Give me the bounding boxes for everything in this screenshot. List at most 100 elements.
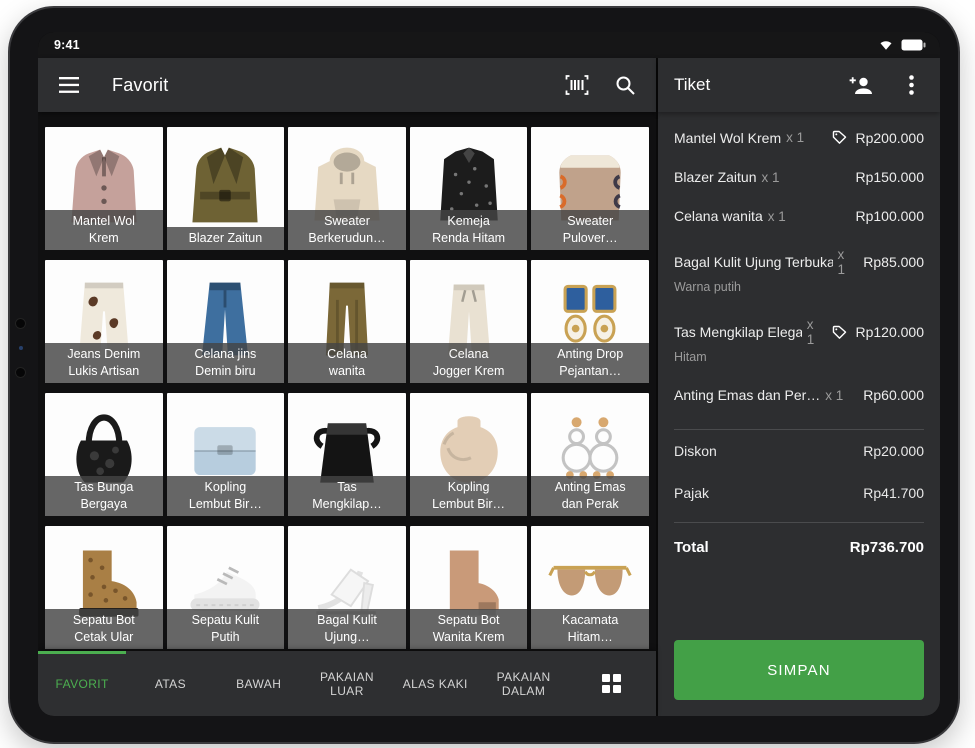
product-tile-label: Tas Bunga Bergaya	[45, 476, 163, 516]
blazer-product-image	[179, 130, 271, 242]
category-tab-bar: FAVORITATASBAWAHPAKAIAN LUARALAS KAKIPAK…	[38, 651, 656, 716]
product-tile-label: Celana Jogger Krem	[410, 343, 528, 383]
ticket-item[interactable]: Bagal Kulit Ujung Terbuka x 1 Rp85.000 W…	[674, 236, 924, 306]
ticket-item-price: Rp200.000	[855, 130, 924, 146]
product-tile-label: Kemeja Renda Hitam	[410, 210, 528, 250]
category-tab-bawah[interactable]: BAWAH	[215, 651, 303, 716]
product-tile[interactable]: Kemeja Renda Hitam	[410, 127, 528, 250]
grid-view-icon	[602, 674, 621, 693]
ticket-item-name: Bagal Kulit Ujung Terbuka	[674, 254, 833, 270]
ticket-menu-button[interactable]	[898, 72, 924, 98]
category-tab-favorit[interactable]: FAVORIT	[38, 651, 126, 716]
front-camera-icon	[16, 319, 25, 328]
ticket-item-price: Rp85.000	[863, 254, 924, 270]
ticket-title: Tiket	[674, 75, 710, 95]
product-tile[interactable]: Tas Bunga Bergaya	[45, 393, 163, 516]
product-tile-label: Anting Emas dan Perak	[531, 476, 649, 516]
product-tile[interactable]: Sepatu Kulit Putih	[167, 526, 285, 649]
product-tile-label: Sepatu Bot Cetak Ular	[45, 609, 163, 649]
person-add-icon	[849, 75, 873, 95]
product-grid: Mantel Wol Krem Blazer Zaitun Sweater Be…	[38, 112, 656, 651]
product-tile[interactable]: Sweater Berkerudun…	[288, 127, 406, 250]
product-tile[interactable]: Kopling Lembut Bir…	[410, 393, 528, 516]
product-tile[interactable]: Mantel Wol Krem	[45, 127, 163, 250]
ticket-item-price: Rp150.000	[855, 169, 924, 185]
product-tile-label: Tas Mengkilap…	[288, 476, 406, 516]
barcode-scan-button[interactable]	[564, 72, 590, 98]
product-tile[interactable]: Celana jins Demin biru	[167, 260, 285, 383]
summary-value: Rp20.000	[863, 443, 924, 459]
product-tile[interactable]: Kacamata Hitam…	[531, 526, 649, 649]
product-tile[interactable]: Celana Jogger Krem	[410, 260, 528, 383]
category-tab-atas[interactable]: ATAS	[126, 651, 214, 716]
menu-button[interactable]	[56, 72, 82, 98]
search-button[interactable]	[612, 72, 638, 98]
product-tile[interactable]: Tas Mengkilap…	[288, 393, 406, 516]
ticket-item-qty: x 1	[761, 170, 779, 185]
ticket-panel: Tiket	[658, 58, 940, 716]
product-tile[interactable]: Jeans Denim Lukis Artisan	[45, 260, 163, 383]
save-button[interactable]: SIMPAN	[674, 640, 924, 700]
summary-label: Diskon	[674, 443, 717, 459]
product-tile[interactable]: Sepatu Bot Wanita Krem	[410, 526, 528, 649]
ticket-item-name: Anting Emas dan Per…	[674, 387, 820, 403]
ticket-item[interactable]: Blazer Zaitun x 1 Rp150.000	[674, 158, 924, 197]
ticket-item-qty: x 1	[768, 209, 786, 224]
product-tile[interactable]: Blazer Zaitun	[167, 127, 285, 250]
ticket-summary: Diskon Rp20.000 Pajak Rp41.700	[674, 430, 924, 514]
category-tab-pakaian-luar[interactable]: PAKAIAN LUAR	[303, 651, 391, 716]
category-tabs: FAVORITATASBAWAHPAKAIAN LUARALAS KAKIPAK…	[38, 651, 568, 716]
hamburger-icon	[59, 77, 79, 93]
product-tile-label: Kacamata Hitam…	[531, 609, 649, 649]
product-tile-label: Kopling Lembut Bir…	[167, 476, 285, 516]
ticket-item-price: Rp120.000	[855, 324, 924, 340]
kebab-menu-icon	[909, 75, 914, 95]
front-camera-icon	[16, 368, 25, 377]
product-tile[interactable]: Kopling Lembut Bir…	[167, 393, 285, 516]
product-tile-label: Sweater Pulover…	[531, 210, 649, 250]
product-tile-label: Blazer Zaitun	[167, 227, 285, 251]
product-tile-label: Bagal Kulit Ujung…	[288, 609, 406, 649]
ticket-item-note: Hitam	[674, 350, 924, 364]
ticket-item-name: Celana wanita	[674, 208, 763, 224]
product-tile[interactable]: Anting Emas dan Perak	[531, 393, 649, 516]
product-tile[interactable]: Sepatu Bot Cetak Ular	[45, 526, 163, 649]
wifi-icon	[878, 39, 894, 51]
ticket-item[interactable]: Tas Mengkilap Elegan x 1 Rp120.000 Hitam	[674, 306, 924, 376]
ticket-item-price: Rp100.000	[855, 208, 924, 224]
app-toolbar: Favorit	[38, 58, 656, 112]
ticket-item-qty: x 1	[838, 247, 856, 277]
category-tab-pakaian-dalam[interactable]: PAKAIAN DALAM	[479, 651, 567, 716]
ticket-footer: SIMPAN	[658, 640, 940, 716]
add-customer-button[interactable]	[848, 72, 874, 98]
camera-sensor-icon	[19, 346, 23, 350]
status-bar: 9:41	[38, 32, 940, 58]
product-tile-label: Celana wanita	[288, 343, 406, 383]
ticket-item[interactable]: Mantel Wol Krem x 1 Rp200.000	[674, 118, 924, 158]
battery-icon	[901, 39, 926, 51]
search-icon	[615, 75, 636, 96]
product-tile[interactable]: Bagal Kulit Ujung…	[288, 526, 406, 649]
category-tab-alas-kaki[interactable]: ALAS KAKI	[391, 651, 479, 716]
product-tile[interactable]: Sweater Pulover…	[531, 127, 649, 250]
ticket-item-list: Mantel Wol Krem x 1 Rp200.000 Blazer Zai…	[658, 112, 940, 572]
ticket-header: Tiket	[658, 58, 940, 112]
ticket-item-note: Warna putih	[674, 280, 924, 294]
product-tile[interactable]: Anting Drop Pejantan…	[531, 260, 649, 383]
product-tile-label: Kopling Lembut Bir…	[410, 476, 528, 516]
product-tile-label: Jeans Denim Lukis Artisan	[45, 343, 163, 383]
discount-tag-icon	[831, 324, 848, 341]
product-tile-label: Anting Drop Pejantan…	[531, 343, 649, 383]
ticket-item[interactable]: Anting Emas dan Per… x 1 Rp60.000	[674, 376, 924, 415]
ticket-item-qty: x 1	[825, 388, 843, 403]
catalog-panel: Favorit	[38, 58, 656, 716]
product-tile-label: Sepatu Bot Wanita Krem	[410, 609, 528, 649]
ticket-total-row: Total Rp736.700	[674, 523, 924, 572]
ticket-item[interactable]: Celana wanita x 1 Rp100.000	[674, 197, 924, 236]
ticket-summary-row-diskon: Diskon Rp20.000	[674, 430, 924, 472]
product-tile[interactable]: Celana wanita	[288, 260, 406, 383]
summary-label: Pajak	[674, 485, 709, 501]
screen: 9:41	[38, 32, 940, 716]
grid-view-tab[interactable]	[568, 651, 656, 716]
ticket-item-qty: x 1	[807, 317, 824, 347]
